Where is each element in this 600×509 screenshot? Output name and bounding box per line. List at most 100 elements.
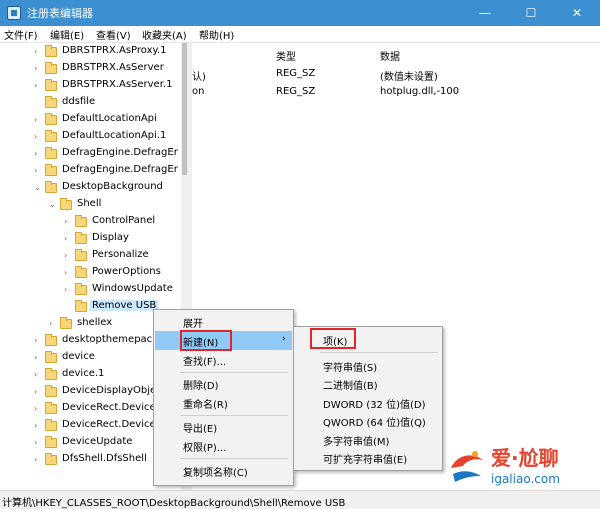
chevron-right-icon[interactable]: › (64, 217, 72, 227)
chevron-right-icon (64, 302, 72, 312)
status-bar: 计算机\HKEY_CLASSES_ROOT\DesktopBackground\… (0, 490, 600, 509)
chevron-right-icon[interactable]: › (34, 455, 42, 465)
chevron-right-icon[interactable]: › (64, 285, 72, 295)
context-rename[interactable]: 重命名(R) (155, 393, 292, 412)
status-path: 计算机\HKEY_CLASSES_ROOT\DesktopBackground\… (2, 498, 346, 509)
tree-node[interactable]: ⌄ Shell (0, 197, 188, 214)
tree-node[interactable]: › ControlPanel (0, 214, 188, 231)
value-data: hotplug.dll,-100 (380, 86, 460, 97)
tree-node[interactable]: › DefaultLocationApi (0, 112, 188, 129)
tree-node[interactable]: › DefragEngine.DefragEr (0, 146, 188, 163)
menu-view[interactable]: 查看(V) (96, 27, 131, 42)
submenu-string-value[interactable]: 字符串值(S) (295, 356, 441, 375)
chevron-right-icon[interactable]: › (34, 438, 42, 448)
tree-node[interactable]: › DBRSTPRX.AsServer.1 (0, 78, 188, 95)
chevron-right-icon[interactable]: › (34, 132, 42, 142)
tree-node[interactable]: › PowerOptions (0, 265, 188, 282)
title-bar: 注册表编辑器 — ☐ ✕ (0, 0, 600, 26)
value-name[interactable]: on (192, 86, 204, 97)
tree-node-label: ddsfile (62, 96, 96, 107)
tree-node[interactable]: › DBRSTPRX.AsServer (0, 61, 188, 78)
submenu-qword-value-label: QWORD (64 位)值(Q) (323, 418, 426, 429)
tree-node[interactable]: › Display (0, 231, 188, 248)
tree-node[interactable]: ⌄ DesktopBackground (0, 180, 188, 197)
menu-bar: 文件(F) 编辑(E) 查看(V) 收藏夹(A) 帮助(H) (0, 26, 600, 43)
annotation-box-new-key (310, 328, 356, 349)
submenu-multi-string-value-label: 多字符串值(M) (323, 437, 390, 448)
watermark-url: igaliao.com (491, 472, 560, 486)
chevron-right-icon[interactable]: › (34, 166, 42, 176)
tree-node[interactable]: ddsfile (0, 95, 188, 112)
close-button[interactable]: ✕ (554, 0, 600, 26)
context-expand[interactable]: 展开 (155, 312, 292, 331)
menu-edit[interactable]: 编辑(E) (50, 27, 84, 42)
minimize-button[interactable]: — (462, 0, 508, 26)
submenu-qword-value[interactable]: QWORD (64 位)值(Q) (295, 411, 441, 430)
chevron-right-icon[interactable]: › (34, 81, 42, 91)
submenu-expandable-string-value[interactable]: 可扩充字符串值(E) (295, 448, 441, 467)
tree-node-label: DeviceRect.Device (62, 402, 156, 413)
chevron-right-icon[interactable]: › (34, 421, 42, 431)
chevron-right-icon[interactable]: › (34, 370, 42, 380)
context-delete[interactable]: 删除(D) (155, 374, 292, 393)
tree-node[interactable]: › Personalize (0, 248, 188, 265)
chevron-right-icon[interactable]: › (34, 404, 42, 414)
tree-scrollbar-thumb[interactable] (182, 43, 187, 175)
context-copy-key-name[interactable]: 复制项名称(C) (155, 461, 292, 480)
chevron-right-icon[interactable]: › (34, 64, 42, 74)
folder-icon (60, 317, 72, 329)
context-copy-key-name-label: 复制项名称(C) (183, 468, 248, 479)
tree-node-label: ControlPanel (92, 215, 156, 226)
column-header-type[interactable]: 类型 (276, 48, 296, 63)
value-name[interactable]: 认) (192, 68, 206, 83)
tree-node-label: Display (92, 232, 129, 243)
context-expand-label: 展开 (183, 319, 203, 330)
chevron-down-icon[interactable]: ⌄ (49, 200, 57, 210)
menu-separator (320, 352, 438, 353)
context-export[interactable]: 导出(E) (155, 417, 292, 436)
menu-favorites[interactable]: 收藏夹(A) (142, 27, 187, 42)
folder-icon (75, 266, 87, 278)
tree-node[interactable]: › DefaultLocationApi.1 (0, 129, 188, 146)
chevron-right-icon[interactable]: › (34, 353, 42, 363)
submenu-binary-value[interactable]: 二进制值(B) (295, 374, 441, 393)
tree-node-label: DefragEngine.DefragEr (62, 164, 178, 175)
chevron-right-icon[interactable]: › (34, 336, 42, 346)
chevron-right-icon[interactable]: › (64, 234, 72, 244)
chevron-right-icon: › (282, 334, 286, 344)
column-header-data[interactable]: 数据 (380, 48, 400, 63)
tree-node-label: device.1 (62, 368, 105, 379)
tree-node[interactable]: › WindowsUpdate (0, 282, 188, 299)
chevron-right-icon[interactable]: › (34, 47, 42, 57)
tree-node[interactable]: › DefragEngine.DefragEr (0, 163, 188, 180)
tree-node-label: DefaultLocationApi (62, 113, 157, 124)
chevron-right-icon[interactable]: › (34, 149, 42, 159)
chevron-right-icon[interactable]: › (64, 268, 72, 278)
chevron-right-icon[interactable]: › (34, 387, 42, 397)
chevron-right-icon[interactable]: › (49, 319, 57, 329)
submenu-dword-value-label: DWORD (32 位)值(D) (323, 400, 426, 411)
value-type: REG_SZ (276, 68, 316, 79)
maximize-button[interactable]: ☐ (508, 0, 554, 26)
tree-node-label: PowerOptions (92, 266, 161, 277)
chevron-right-icon[interactable]: › (34, 115, 42, 125)
tree-node-label: device (62, 351, 95, 362)
context-find[interactable]: 查找(F)... (155, 350, 292, 369)
submenu-string-value-label: 字符串值(S) (323, 363, 378, 374)
folder-icon (45, 96, 57, 108)
folder-icon (45, 130, 57, 142)
tree-node[interactable]: › DBRSTPRX.AsProxy.1 (0, 44, 188, 61)
submenu-multi-string-value[interactable]: 多字符串值(M) (295, 430, 441, 449)
tree-node-label: DBRSTPRX.AsServer (62, 62, 164, 73)
menu-help[interactable]: 帮助(H) (199, 27, 234, 42)
chevron-right-icon[interactable]: › (64, 251, 72, 261)
submenu-dword-value[interactable]: DWORD (32 位)值(D) (295, 393, 441, 412)
folder-icon (45, 147, 57, 159)
menu-file[interactable]: 文件(F) (4, 27, 38, 42)
chevron-down-icon[interactable]: ⌄ (34, 183, 42, 193)
context-permissions[interactable]: 权限(P)... (155, 436, 292, 455)
context-rename-label: 重命名(R) (183, 400, 228, 411)
tree-node-label: DeviceDisplayObje (62, 385, 157, 396)
folder-icon (45, 419, 57, 431)
tree-node-label: desktopthemepac (62, 334, 153, 345)
